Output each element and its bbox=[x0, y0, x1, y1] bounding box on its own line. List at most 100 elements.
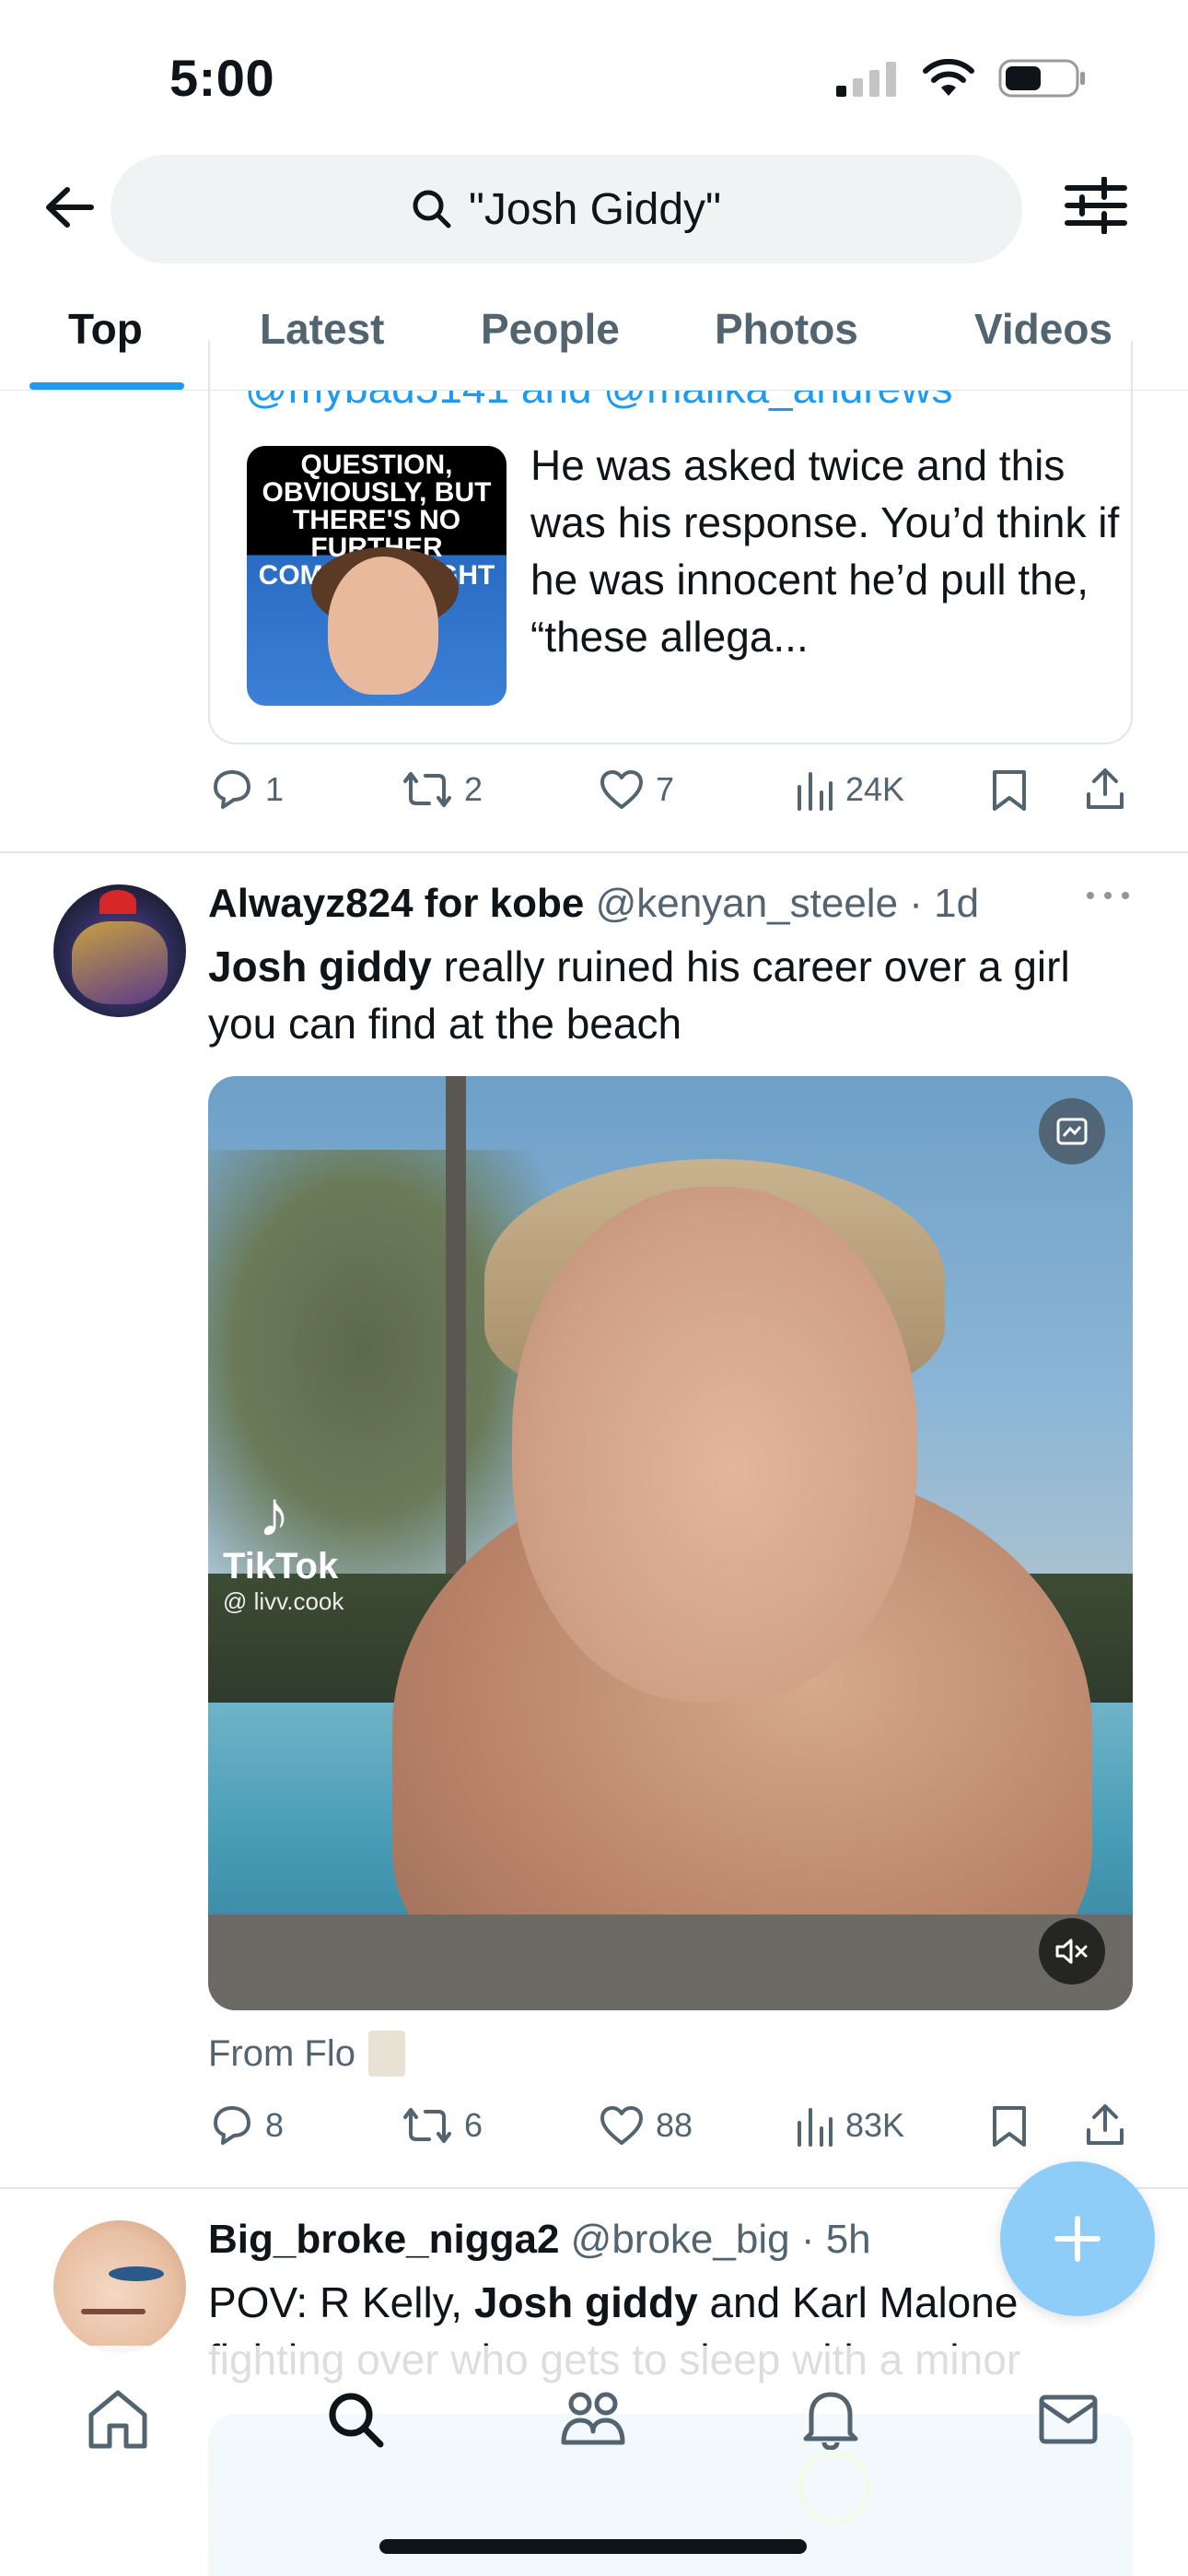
share-icon bbox=[1087, 2104, 1124, 2145]
back-button[interactable] bbox=[37, 175, 101, 240]
filter-button[interactable] bbox=[1064, 176, 1137, 241]
avatar-hat bbox=[99, 890, 136, 914]
search-input[interactable]: "Josh Giddy" bbox=[111, 155, 1022, 263]
video-palm bbox=[446, 1076, 466, 1592]
plus-icon bbox=[1054, 2216, 1101, 2262]
nav-notifications[interactable] bbox=[794, 2383, 868, 2456]
mute-button[interactable] bbox=[1039, 1918, 1105, 1985]
reply-count: 1 bbox=[265, 770, 285, 808]
tweet1-actions: 1 2 7 24K bbox=[0, 765, 1188, 820]
like-count: 88 bbox=[656, 2106, 693, 2144]
author-name[interactable]: Big_broke_nigga2 bbox=[208, 2217, 559, 2262]
search-icon bbox=[413, 190, 451, 228]
reply-button[interactable]: 1 bbox=[210, 768, 284, 811]
content-warning-icon bbox=[1056, 1118, 1088, 1145]
more-icon bbox=[1087, 892, 1129, 899]
tiktok-watermark: ♪ TikTok @ livv.cook bbox=[223, 1481, 344, 1616]
reply-icon bbox=[214, 770, 250, 809]
home-icon bbox=[88, 2390, 147, 2449]
quote-mentions[interactable]: @mybad5141 and @malika_andrews bbox=[245, 391, 952, 413]
battery-icon bbox=[998, 59, 1085, 98]
repost-button[interactable]: 2 bbox=[402, 768, 483, 811]
avatar-figure bbox=[72, 921, 168, 1004]
repost-count: 2 bbox=[464, 770, 483, 808]
back-arrow-icon bbox=[46, 187, 94, 228]
from-attribution[interactable]: From Flo bbox=[208, 2031, 405, 2077]
bookmark-button[interactable] bbox=[991, 768, 1028, 813]
wifi-icon bbox=[923, 59, 974, 96]
compose-button[interactable] bbox=[1000, 2161, 1155, 2316]
body-highlight: Josh giddy bbox=[473, 2278, 698, 2326]
like-icon bbox=[600, 2106, 643, 2145]
views-button[interactable]: 24K bbox=[794, 768, 904, 811]
video-ledge bbox=[208, 1914, 1133, 2010]
like-button[interactable]: 88 bbox=[599, 2104, 693, 2147]
avatar-eye bbox=[109, 2266, 164, 2281]
reply-button[interactable]: 8 bbox=[210, 2104, 284, 2147]
nav-communities[interactable] bbox=[556, 2383, 630, 2456]
divider bbox=[0, 2187, 1188, 2189]
thumb-face bbox=[328, 556, 438, 695]
avatar-mouth bbox=[81, 2309, 146, 2314]
tweet-time: · 1d bbox=[909, 881, 980, 926]
author-name[interactable]: Alwayz824 for kobe bbox=[208, 881, 584, 926]
bookmark-icon bbox=[993, 2106, 1026, 2147]
like-button[interactable]: 7 bbox=[599, 768, 674, 811]
avatar[interactable] bbox=[53, 884, 186, 1017]
author-handle[interactable]: @kenyan_steele bbox=[596, 881, 898, 926]
status-time: 5:00 bbox=[169, 49, 275, 107]
views-count: 83K bbox=[845, 2106, 905, 2144]
mail-icon bbox=[1039, 2395, 1098, 2444]
tiktok-label: TikTok bbox=[223, 1546, 339, 1587]
nav-search[interactable] bbox=[319, 2383, 392, 2456]
reply-icon bbox=[214, 2106, 250, 2145]
active-tab-indicator bbox=[29, 382, 184, 390]
views-count: 24K bbox=[845, 770, 905, 808]
repost-icon bbox=[403, 772, 451, 807]
reply-count: 8 bbox=[265, 2106, 285, 2144]
bookmark-icon bbox=[993, 770, 1026, 811]
share-icon bbox=[1087, 768, 1124, 809]
repost-icon bbox=[403, 2108, 451, 2143]
quote-thumbnail[interactable]: QUESTION, OBVIOUSLY, BUT THERE'S NO FURT… bbox=[247, 446, 507, 706]
avatar[interactable] bbox=[53, 2220, 186, 2353]
tab-top[interactable]: Top bbox=[68, 304, 143, 354]
share-button[interactable] bbox=[1085, 2102, 1125, 2147]
author-handle[interactable]: @broke_big bbox=[571, 2217, 790, 2262]
share-button[interactable] bbox=[1085, 767, 1125, 811]
communities-icon bbox=[561, 2392, 625, 2445]
video-face bbox=[512, 1187, 917, 1703]
tweet2-actions: 8 6 88 83K bbox=[0, 2101, 1188, 2156]
tweet-video[interactable]: ♪ TikTok @ livv.cook bbox=[208, 1076, 1133, 2010]
from-label: From Flo bbox=[208, 2032, 355, 2074]
search-query: "Josh Giddy" bbox=[468, 184, 722, 234]
tweet2-body: Josh giddy really ruined his career over… bbox=[208, 938, 1138, 1052]
tweet2-header: Alwayz824 for kobe @kenyan_steele · 1d bbox=[208, 881, 979, 927]
nav-messages[interactable] bbox=[1031, 2383, 1105, 2456]
divider bbox=[0, 851, 1188, 853]
home-indicator bbox=[379, 2539, 807, 2554]
bell-icon bbox=[803, 2392, 858, 2450]
flo-avatar-icon bbox=[368, 2031, 405, 2077]
views-icon bbox=[798, 772, 833, 811]
views-button[interactable]: 83K bbox=[794, 2104, 904, 2147]
body-highlight: Josh giddy bbox=[208, 943, 432, 990]
repost-button[interactable]: 6 bbox=[402, 2104, 483, 2147]
muted-speaker-icon bbox=[1055, 1938, 1088, 1964]
search-icon bbox=[329, 2393, 384, 2448]
more-button[interactable] bbox=[1085, 886, 1131, 909]
filter-icon bbox=[1065, 176, 1127, 235]
like-count: 7 bbox=[656, 770, 675, 808]
signal-icon bbox=[836, 62, 896, 97]
tweet3-header: Big_broke_nigga2 @broke_big · 5h bbox=[208, 2217, 871, 2263]
repost-count: 6 bbox=[464, 2106, 483, 2144]
nav-home[interactable] bbox=[81, 2383, 155, 2456]
tiktok-handle: @ livv.cook bbox=[223, 1587, 344, 1615]
body-text: POV: R Kelly, bbox=[208, 2278, 474, 2326]
status-icons bbox=[834, 57, 1087, 100]
quote-body: He was asked twice and this was his resp… bbox=[530, 441, 1120, 661]
like-icon bbox=[600, 770, 643, 809]
tweet-time: · 5h bbox=[800, 2217, 871, 2262]
alt-badge[interactable] bbox=[1039, 1098, 1105, 1165]
bookmark-button[interactable] bbox=[991, 2104, 1028, 2149]
